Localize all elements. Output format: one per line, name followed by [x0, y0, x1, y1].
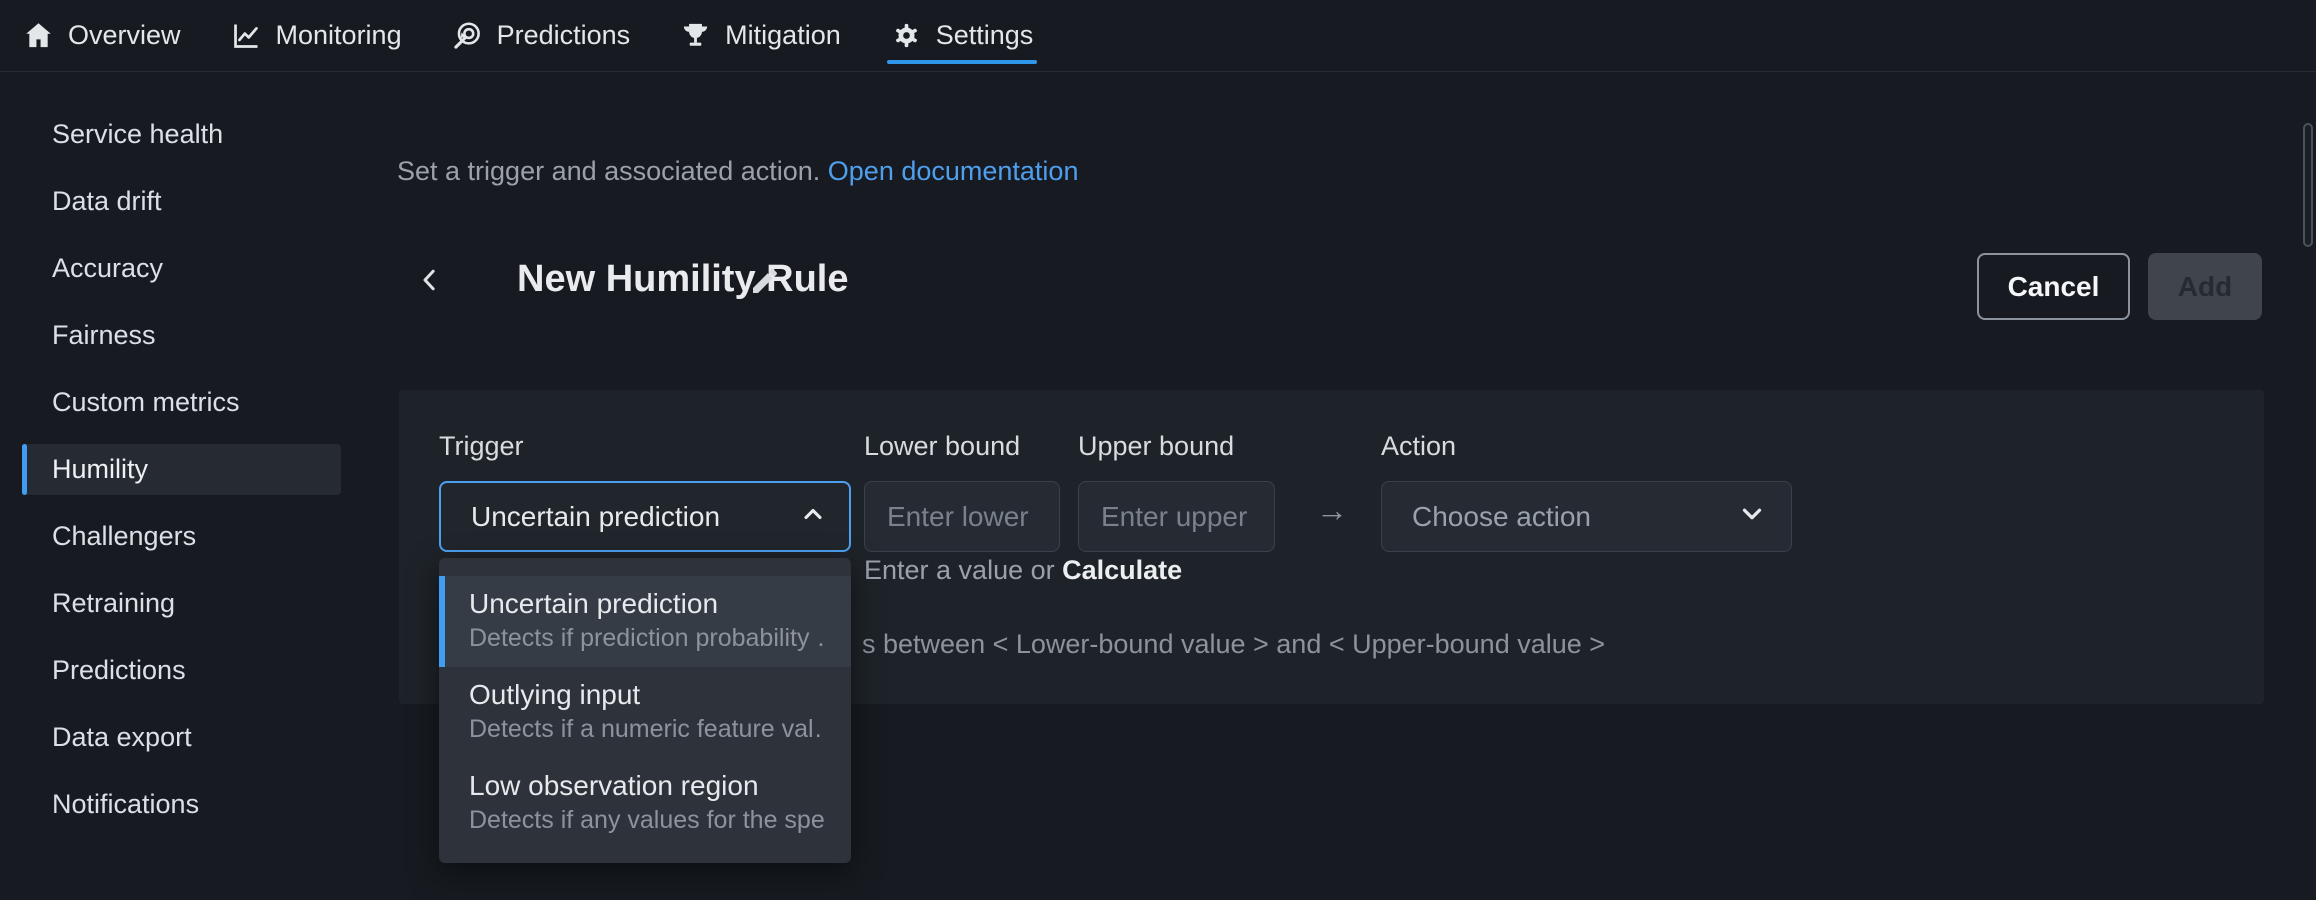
selected-indicator-bar: [22, 444, 27, 495]
sidebar-item-accuracy[interactable]: Accuracy: [22, 243, 341, 294]
trigger-dropdown-menu: Uncertain prediction Detects if predicti…: [439, 558, 851, 863]
sidebar-item-label: Data drift: [52, 186, 162, 217]
dropdown-option-low-observation-region[interactable]: Low observation region Detects if any va…: [439, 758, 851, 849]
page-title: New Humility Rule: [517, 258, 849, 301]
add-button[interactable]: Add: [2148, 253, 2262, 320]
dropdown-option-uncertain-prediction[interactable]: Uncertain prediction Detects if predicti…: [439, 576, 851, 667]
chevron-down-icon: [1737, 499, 1767, 534]
sidebar-item-label: Fairness: [52, 320, 156, 351]
intro-line: Set a trigger and associated action. Ope…: [397, 156, 1078, 187]
nav-tab-label: Settings: [936, 20, 1034, 51]
calculate-link[interactable]: Calculate: [1062, 555, 1182, 585]
rule-summary-text: s between < Lower-bound value > and < Up…: [862, 629, 1605, 660]
sidebar-item-service-health[interactable]: Service health: [22, 109, 341, 160]
sidebar-item-label: Custom metrics: [52, 387, 240, 418]
option-description: Detects if a numeric feature val…: [469, 713, 825, 746]
cancel-button[interactable]: Cancel: [1977, 253, 2130, 320]
gear-icon: [891, 20, 922, 51]
back-button[interactable]: [413, 264, 447, 298]
nav-tab-label: Overview: [68, 20, 181, 51]
sidebar-item-challengers[interactable]: Challengers: [22, 511, 341, 562]
lower-bound-label: Lower bound: [864, 431, 1020, 462]
option-title: Low observation region: [469, 768, 825, 804]
chevron-up-icon: [799, 500, 827, 533]
lower-bound-input[interactable]: [864, 481, 1060, 552]
action-select-placeholder: Choose action: [1412, 501, 1591, 533]
nav-tab-settings[interactable]: Settings: [891, 0, 1034, 71]
prediction-target-icon: [452, 20, 483, 51]
sidebar-item-label: Predictions: [52, 655, 186, 686]
trigger-label: Trigger: [439, 431, 524, 462]
nav-tab-label: Mitigation: [725, 20, 841, 51]
sidebar-item-data-export[interactable]: Data export: [22, 712, 341, 763]
upper-bound-label: Upper bound: [1078, 431, 1234, 462]
sidebar-item-notifications[interactable]: Notifications: [22, 779, 341, 830]
top-nav: Overview Monitoring Predictions Mitigati…: [0, 0, 2316, 72]
option-title: Outlying input: [469, 677, 825, 713]
vertical-scrollbar-thumb[interactable]: [2303, 123, 2313, 247]
nav-tab-overview[interactable]: Overview: [23, 0, 181, 71]
chevron-left-icon: [415, 283, 445, 298]
sidebar-item-label: Challengers: [52, 521, 196, 552]
trigger-select-value: Uncertain prediction: [471, 501, 720, 533]
option-description: Detects if prediction probability …: [469, 622, 825, 655]
edit-title-button[interactable]: [747, 264, 783, 300]
option-description: Detects if any values for the spe…: [469, 804, 825, 837]
sidebar-item-data-drift[interactable]: Data drift: [22, 176, 341, 227]
trophy-icon: [680, 20, 711, 51]
bounds-hint: Enter a value or Calculate: [864, 555, 1182, 586]
upper-bound-input[interactable]: [1078, 481, 1275, 552]
sidebar-item-retraining[interactable]: Retraining: [22, 578, 341, 629]
sidebar-item-label: Accuracy: [52, 253, 163, 284]
sidebar-item-label: Retraining: [52, 588, 175, 619]
nav-tab-monitoring[interactable]: Monitoring: [231, 0, 402, 71]
arrow-right-icon: →: [1312, 492, 1352, 529]
sidebar-item-label: Data export: [52, 722, 192, 753]
pencil-icon: [749, 285, 781, 300]
sidebar-item-label: Notifications: [52, 789, 199, 820]
sidebar-item-humility[interactable]: Humility: [22, 444, 341, 495]
sidebar-item-custom-metrics[interactable]: Custom metrics: [22, 377, 341, 428]
monitoring-chart-icon: [231, 20, 262, 51]
sidebar-item-fairness[interactable]: Fairness: [22, 310, 341, 361]
selected-option-bar: [439, 576, 445, 667]
dropdown-option-outlying-input[interactable]: Outlying input Detects if a numeric feat…: [439, 667, 851, 758]
nav-tab-label: Predictions: [497, 20, 631, 51]
sidebar-item-label: Service health: [52, 119, 223, 150]
nav-tab-mitigation[interactable]: Mitigation: [680, 0, 841, 71]
sidebar-item-label: Humility: [52, 454, 148, 485]
nav-tab-predictions[interactable]: Predictions: [452, 0, 631, 71]
nav-tab-label: Monitoring: [276, 20, 402, 51]
settings-sidebar: Service health Data drift Accuracy Fairn…: [0, 72, 365, 900]
sidebar-item-predictions[interactable]: Predictions: [22, 645, 341, 696]
action-label: Action: [1381, 431, 1456, 462]
trigger-select[interactable]: Uncertain prediction: [439, 481, 851, 552]
active-tab-underline: [887, 60, 1038, 64]
home-icon: [23, 20, 54, 51]
action-select[interactable]: Choose action: [1381, 481, 1792, 552]
open-documentation-link[interactable]: Open documentation: [828, 156, 1079, 186]
option-title: Uncertain prediction: [469, 586, 825, 622]
hint-text: Enter a value or: [864, 555, 1062, 585]
intro-text: Set a trigger and associated action.: [397, 156, 820, 186]
